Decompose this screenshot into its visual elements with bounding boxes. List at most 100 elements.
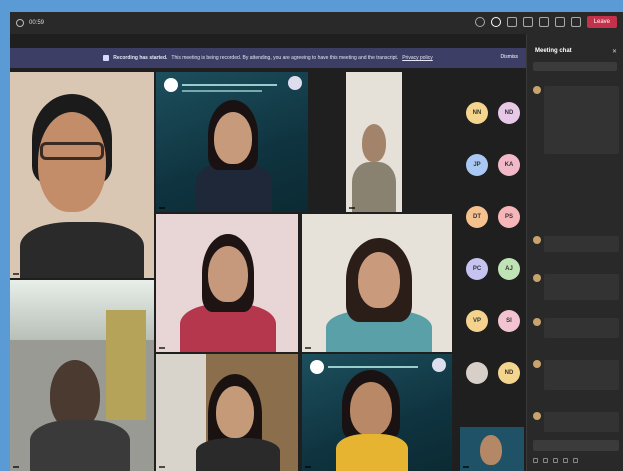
participant-face (208, 246, 248, 302)
participant-avatar[interactable]: ND (498, 102, 520, 124)
participant-video-tile[interactable] (302, 354, 452, 471)
participant-face (216, 386, 254, 438)
participant-name (349, 207, 355, 209)
compose-message-input[interactable] (533, 440, 619, 451)
avatar-initials: PS (504, 214, 513, 220)
camera-icon[interactable] (538, 17, 549, 27)
participant-name (463, 466, 469, 468)
recording-text: This meeting is being recorded. By atten… (171, 55, 399, 61)
chat-icon[interactable] (490, 17, 501, 27)
participant-video-tile[interactable] (156, 72, 308, 212)
people-icon[interactable] (474, 17, 485, 27)
participant-name (159, 347, 165, 349)
privacy-policy-link[interactable]: Privacy policy (402, 55, 433, 61)
info-icon (103, 55, 110, 61)
reactions-icon[interactable] (506, 17, 517, 27)
participant-name (13, 273, 19, 275)
avatar-initials: SI (506, 318, 512, 324)
participant-avatar[interactable]: PS (498, 206, 520, 228)
chat-search-input[interactable] (533, 62, 617, 71)
message-bubble (544, 318, 619, 338)
avatar-initials: JP (473, 162, 481, 168)
message-bubble (544, 236, 619, 252)
avatar-initials: ND (504, 110, 514, 116)
meeting-timer: 00:59 (29, 20, 45, 26)
participant-avatar[interactable]: DT (466, 206, 488, 228)
participant-video-tile[interactable] (10, 72, 154, 278)
participant-face (362, 124, 386, 162)
dismiss-button[interactable]: Dismiss (501, 54, 519, 60)
video-grid (10, 72, 460, 471)
participant-avatar[interactable]: NN (466, 102, 488, 124)
participant-figure (196, 438, 280, 471)
participant-avatar[interactable]: AJ (498, 258, 520, 280)
teams-window: 00:59 Leave Recording has started. This … (10, 12, 623, 471)
format-icon[interactable] (533, 458, 538, 463)
avatar (533, 236, 541, 244)
participant-face (38, 112, 106, 212)
seal-icon (432, 358, 446, 372)
title-bar: 00:59 Leave (10, 12, 623, 34)
leave-button[interactable]: Leave (586, 16, 617, 28)
participant-name (159, 466, 165, 468)
more-icon[interactable] (522, 17, 533, 27)
slide-line (182, 90, 262, 92)
avatar-initials: KA (504, 162, 514, 168)
message-bubble (544, 86, 619, 154)
participant-avatar[interactable]: VP (466, 310, 488, 332)
mic-icon[interactable] (554, 17, 565, 27)
message-bubble (544, 412, 619, 432)
participant-video-tile[interactable] (346, 72, 402, 212)
avatar (533, 360, 541, 368)
avatar (533, 86, 541, 94)
participant-video-tile[interactable] (156, 214, 298, 352)
compose-toolbar (533, 458, 578, 463)
participant-figure (30, 420, 130, 471)
avatar (533, 412, 541, 420)
participant-name (13, 466, 19, 468)
participant-video-tile[interactable] (10, 280, 154, 471)
participant-video-tile[interactable] (156, 354, 298, 471)
participant-roster: NN ND JP KA DT PS PC AJ VP SI ND (460, 72, 526, 427)
participant-face (480, 435, 502, 465)
avatar-initials: PC (472, 266, 482, 272)
participant-avatar[interactable]: JP (466, 154, 488, 176)
share-icon[interactable] (570, 17, 581, 27)
attach-icon[interactable] (543, 458, 548, 463)
seal-icon (288, 76, 302, 90)
meeting-chat-panel: Meeting chat ✕ (526, 34, 623, 471)
chat-header: Meeting chat (535, 48, 572, 54)
participant-avatar[interactable]: KA (498, 154, 520, 176)
avatar-initials: VP (472, 318, 481, 324)
participant-name (305, 347, 311, 349)
participant-video-tile[interactable] (460, 427, 524, 471)
avatar (533, 274, 541, 282)
recording-heading: Recording has started. (113, 55, 168, 61)
close-icon[interactable]: ✕ (612, 48, 617, 55)
avatar-initials: ND (504, 370, 514, 376)
message-bubble (544, 274, 619, 300)
participant-avatar[interactable]: PC (466, 258, 488, 280)
avatar-initials: DT (473, 214, 481, 220)
send-icon[interactable] (573, 458, 578, 463)
recording-banner: Recording has started. This meeting is b… (10, 48, 526, 68)
emoji-icon[interactable] (553, 458, 558, 463)
glasses (40, 142, 104, 160)
participant-figure (352, 162, 396, 212)
participant-avatar[interactable]: ND (498, 362, 520, 384)
participant-face (214, 112, 252, 164)
participant-name (305, 466, 311, 468)
avatar (533, 318, 541, 326)
participant-face (358, 252, 400, 308)
participant-face (350, 382, 392, 436)
window-background (106, 310, 146, 420)
gif-icon[interactable] (563, 458, 568, 463)
participant-name (159, 207, 165, 209)
slide-line (328, 366, 418, 368)
slide-line (182, 84, 277, 86)
participant-video-tile[interactable] (302, 214, 452, 352)
avatar-initials: AJ (505, 266, 513, 272)
participant-avatar[interactable]: SI (498, 310, 520, 332)
participant-avatar[interactable] (466, 362, 488, 384)
message-bubble (544, 360, 619, 390)
